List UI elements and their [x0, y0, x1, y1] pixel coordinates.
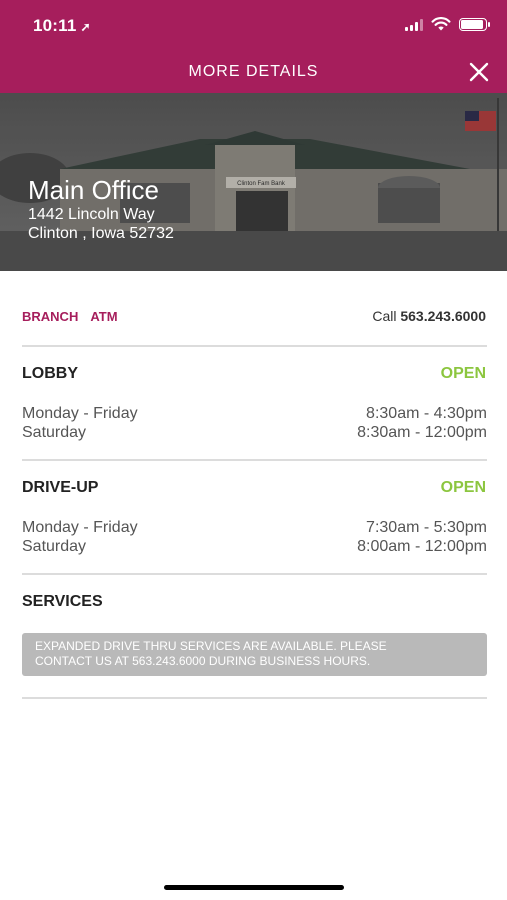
- drive-up-hours-saturday: 8:00am - 12:00pm: [357, 538, 487, 555]
- divider: [22, 573, 487, 575]
- header-bar: 10:11 ➚ MORE DETAILS: [0, 0, 507, 93]
- lobby-title: LOBBY: [22, 365, 78, 382]
- lobby-hours-weekday: 8:30am - 4:30pm: [366, 405, 487, 422]
- lobby-hours-saturday: 8:30am - 12:00pm: [357, 424, 487, 441]
- divider: [22, 459, 487, 461]
- battery-icon: [459, 18, 490, 31]
- drive-up-title: DRIVE-UP: [22, 479, 99, 496]
- services-title: SERVICES: [22, 593, 103, 610]
- location-arrow-icon: ➚: [80, 20, 91, 34]
- home-indicator[interactable]: [164, 885, 344, 890]
- lobby-hours-row: Saturday 8:30am - 12:00pm: [22, 423, 487, 442]
- status-icons: [405, 17, 490, 31]
- call-link[interactable]: Call 563.243.6000: [372, 308, 486, 324]
- tab-atm[interactable]: ATM: [90, 309, 117, 324]
- signal-icon: [405, 19, 423, 31]
- branch-info: Main Office 1442 Lincoln Way Clinton , I…: [28, 175, 174, 243]
- call-label: Call: [372, 308, 397, 324]
- lobby-day-weekday: Monday - Friday: [22, 405, 138, 422]
- call-number: 563.243.6000: [400, 308, 486, 324]
- lobby-status-badge: OPEN: [440, 365, 486, 382]
- divider: [22, 697, 487, 699]
- services-notice: EXPANDED DRIVE THRU SERVICES ARE AVAILAB…: [22, 633, 487, 676]
- status-time-text: 10:11: [33, 16, 77, 35]
- drive-up-status-badge: OPEN: [440, 479, 486, 496]
- services-notice-line1: EXPANDED DRIVE THRU SERVICES ARE AVAILAB…: [35, 639, 387, 653]
- branch-photo: Clinton Fam Bank Main Office 1442 Lincol…: [0, 93, 507, 271]
- page-title: MORE DETAILS: [188, 63, 319, 80]
- drive-up-hours-weekday: 7:30am - 5:30pm: [366, 519, 487, 536]
- close-icon[interactable]: [467, 60, 491, 84]
- divider: [22, 345, 487, 347]
- drive-up-hours-row: Monday - Friday 7:30am - 5:30pm: [22, 518, 487, 537]
- branch-address-city: Clinton , Iowa 52732: [28, 225, 174, 242]
- status-time: 10:11 ➚: [33, 16, 91, 36]
- branch-name: Main Office: [28, 175, 160, 205]
- location-type-tabs: BRANCH ATM: [22, 309, 118, 324]
- lobby-hours-row: Monday - Friday 8:30am - 4:30pm: [22, 404, 487, 423]
- branch-address-street: 1442 Lincoln Way: [28, 206, 155, 223]
- wifi-icon: [431, 17, 451, 31]
- lobby-day-saturday: Saturday: [22, 424, 87, 441]
- drive-up-hours-row: Saturday 8:00am - 12:00pm: [22, 537, 487, 556]
- drive-up-day-saturday: Saturday: [22, 538, 87, 555]
- tab-branch[interactable]: BRANCH: [22, 309, 78, 324]
- services-notice-line2: CONTACT US AT 563.243.6000 DURING BUSINE…: [35, 654, 371, 668]
- drive-up-day-weekday: Monday - Friday: [22, 519, 138, 536]
